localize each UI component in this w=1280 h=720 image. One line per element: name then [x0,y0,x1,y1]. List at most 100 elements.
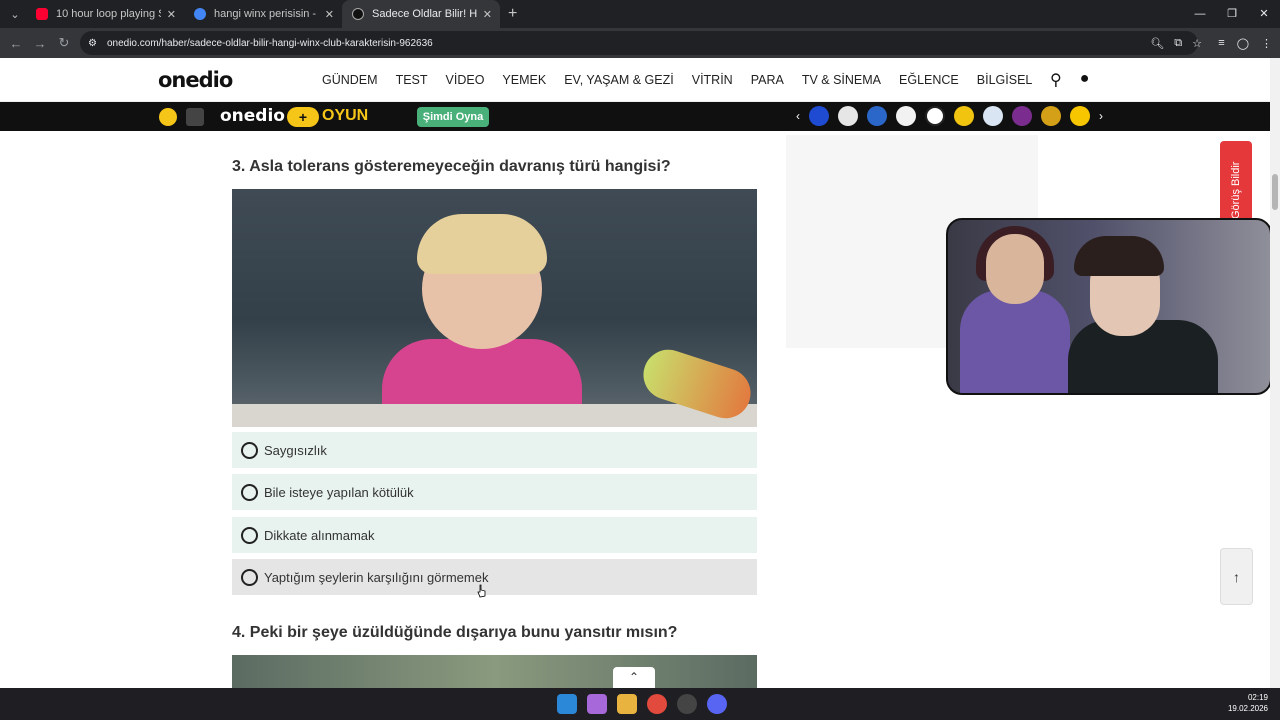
answer-option[interactable]: Yaptığım şeylerin karşılığını görmemek [232,559,757,595]
main-menu: GÜNDEM TEST VİDEO YEMEK EV, YAŞAM & GEZİ… [322,73,1050,87]
chevron-right-icon[interactable]: › [1099,109,1103,123]
browser-tab[interactable]: 10 hour loop playing Subway S ✕ [26,0,184,28]
question-image [232,189,757,427]
chevron-up-icon[interactable]: ⌃ [613,667,655,688]
browser-tab[interactable]: hangi winx perisisin - Google S ✕ [184,0,342,28]
bookmark-star-icon[interactable]: ☆ [1192,37,1202,50]
site-header: onedio GÜNDEM TEST VİDEO YEMEK EV, YAŞAM… [0,58,1270,102]
obs-icon[interactable] [677,694,697,714]
feedback-label: Görüş Bildir [1230,161,1242,219]
menu-item-eglence[interactable]: EĞLENCE [899,73,959,87]
search-icon[interactable]: ⚲ [1050,70,1062,90]
clock-date: 19.02.2026 [1227,704,1268,713]
radio-button[interactable] [241,568,258,586]
question-title: 4. Peki bir şeye üzüldüğünde dışarıya bu… [232,624,678,641]
windows-taskbar: 02:19 19.02.2026 [0,688,1280,720]
menu-item-test[interactable]: TEST [396,73,428,87]
clock-time: 02:19 [1247,693,1268,702]
address-bar[interactable]: ⚙ onedio.com/haber/sadece-oldlar-bilir-h… [80,31,1198,55]
radio-button[interactable] [241,441,258,459]
media-controls-icon[interactable]: ≡ [1218,37,1224,49]
brand-strip: ‹ › [796,106,1103,126]
site-info-icon[interactable]: ⚙ [88,38,97,49]
quiz-content: 3. Asla tolerans gösteremeyeceğin davran… [0,131,1270,688]
copilot-icon[interactable] [587,694,607,714]
browser-toolbar: ← → ↻ ⚙ onedio.com/haber/sadece-oldlar-b… [0,28,1280,58]
new-tab-icon[interactable]: + [508,5,517,23]
chrome-icon[interactable] [647,694,667,714]
discord-icon[interactable] [707,694,727,714]
menu-item-vitrin[interactable]: VİTRİN [692,73,733,87]
brand-logo-icon[interactable] [1070,106,1090,126]
radio-button[interactable] [241,483,258,501]
brand-logo-icon[interactable] [838,106,858,126]
brand-logo-icon[interactable] [896,106,916,126]
menu-item-ev-yasam-gezi[interactable]: EV, YAŞAM & GEZİ [564,73,674,87]
install-icon[interactable]: ⧉ [1174,37,1182,50]
image-hair [417,214,547,274]
system-clock[interactable]: 02:19 19.02.2026 [1228,692,1268,714]
menu-item-para[interactable]: PARA [751,73,784,87]
menu-item-yemek[interactable]: YEMEK [502,73,546,87]
close-tab-icon[interactable]: ✕ [325,8,334,21]
site-logo[interactable]: onedio [158,68,233,92]
brand-logo-icon[interactable] [954,106,974,126]
back-icon[interactable]: ← [4,36,28,51]
question-title: 3. Asla tolerans gösteremeyeceğin davran… [232,158,671,175]
scroll-to-top-button[interactable]: ↑ [1220,548,1253,605]
brand-logo-icon[interactable] [925,106,945,126]
file-explorer-icon[interactable] [617,694,637,714]
zoom-icon[interactable]: 🔍︎ [1150,37,1164,50]
webcam-person [960,290,1070,393]
menu-item-bilgisel[interactable]: BİLGİSEL [977,73,1033,87]
answer-option[interactable]: Dikkate alınmamak [232,517,757,553]
answer-option[interactable]: Bile isteye yapılan kötülük [232,474,757,510]
browser-tab-strip: ⌄ 10 hour loop playing Subway S ✕ hangi … [0,0,1280,28]
page-scrollbar[interactable] [1270,58,1280,688]
header-icons: ⚲ ● [1050,70,1089,90]
answer-option[interactable]: Saygısızlık [232,432,757,468]
brand-logo-icon[interactable] [983,106,1003,126]
browser-tab-active[interactable]: Sadece Oldlar Bilir! Hangi Winx ✕ [342,0,500,28]
tab-search-icon[interactable]: ⌄ [4,3,26,25]
url-text[interactable]: onedio.com/haber/sadece-oldlar-bilir-han… [107,38,433,49]
radio-button[interactable] [241,526,258,544]
webcam-overlay [946,218,1272,395]
option-label: Dikkate alınmamak [264,527,375,543]
menu-item-gundem[interactable]: GÜNDEM [322,73,378,87]
menu-item-video[interactable]: VİDEO [446,73,485,87]
game-controller-icon[interactable] [159,108,177,126]
toolbar-actions: ≡ ◯ ⋮ [1218,28,1272,58]
oyun-bar: onedio + OYUN Şimdi Oyna ‹ › [0,102,1270,131]
question-image [232,655,757,688]
play-now-button[interactable]: Şimdi Oyna [417,107,489,127]
windows-start-icon[interactable] [557,694,577,714]
oyun-label[interactable]: OYUN [322,107,368,125]
oyun-logo[interactable]: onedio [220,106,285,126]
menu-dots-icon[interactable]: ⋮ [1261,37,1272,50]
brand-logo-icon[interactable] [1012,106,1032,126]
hand-cursor-icon [477,584,486,598]
close-tab-icon[interactable]: ✕ [167,8,176,21]
close-tab-icon[interactable]: ✕ [483,8,492,21]
close-window-icon[interactable]: ✕ [1248,0,1280,28]
google-favicon-icon [194,8,206,20]
store-icon[interactable] [186,108,204,126]
forward-icon[interactable]: → [28,36,52,51]
option-label: Saygısızlık [264,442,327,458]
brand-logo-icon[interactable] [1041,106,1061,126]
image-table [232,404,757,427]
chevron-left-icon[interactable]: ‹ [796,109,800,123]
profile-icon[interactable]: ◯ [1237,37,1249,50]
menu-item-tv-sinema[interactable]: TV & SİNEMA [802,73,881,87]
reload-icon[interactable]: ↻ [52,35,76,51]
minimize-icon[interactable]: — [1184,0,1216,28]
scrollbar-thumb[interactable] [1272,174,1278,210]
user-icon[interactable]: ● [1080,70,1090,90]
brand-logo-icon[interactable] [867,106,887,126]
maximize-icon[interactable]: ❐ [1216,0,1248,28]
brand-logo-icon[interactable] [809,106,829,126]
webcam-person [1074,236,1164,276]
option-label: Yaptığım şeylerin karşılığını görmemek [264,569,489,585]
option-label: Bile isteye yapılan kötülük [264,484,414,500]
